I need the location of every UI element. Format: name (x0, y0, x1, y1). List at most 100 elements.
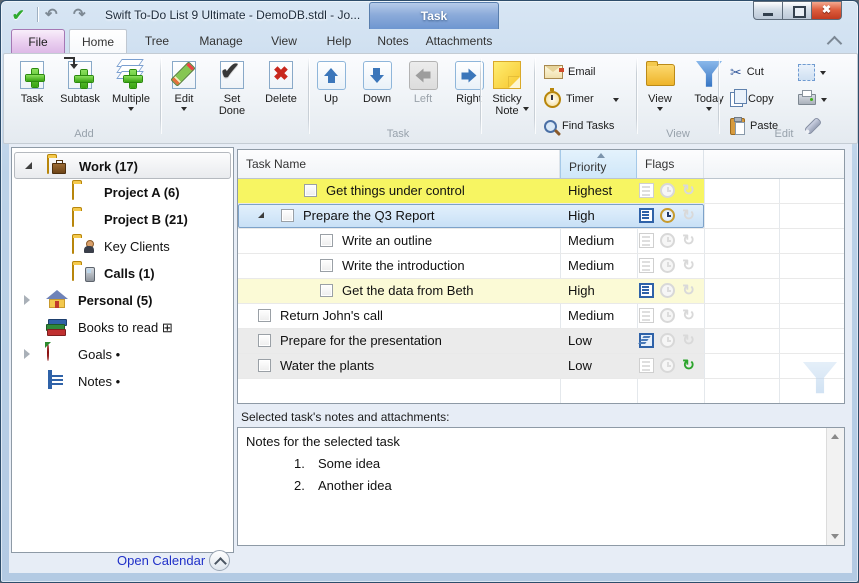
dropdown-icon (523, 107, 529, 111)
add-task-icon (12, 57, 52, 93)
calendar-expand-button[interactable] (209, 550, 230, 571)
note-list-item: Some idea (318, 456, 380, 471)
tab-notes[interactable]: Notes (367, 30, 419, 53)
note-icon (48, 370, 52, 389)
reminder-flag-icon (660, 358, 675, 373)
close-button[interactable]: ✖ (811, 1, 842, 20)
column-header-priority[interactable]: Priority (560, 150, 637, 178)
select-tool-button[interactable] (798, 59, 826, 85)
task-row[interactable]: Write the introduction Medium ↻ (238, 254, 844, 279)
task-row[interactable]: Return John's call Medium ↻ (238, 304, 844, 329)
task-checkbox[interactable] (304, 184, 317, 197)
todo-list-tree: Work (17) Project A (6) Project B (21) K… (11, 147, 234, 553)
recurrence-flag-icon: ↻ (681, 183, 696, 198)
scroll-up-icon[interactable] (831, 434, 839, 439)
arrow-left-icon (403, 57, 443, 93)
task-row[interactable]: Get the data from Beth High ↻ (238, 279, 844, 304)
print-button[interactable] (798, 86, 827, 112)
tab-manage[interactable]: Manage (189, 30, 253, 53)
dropdown-icon (657, 107, 663, 111)
file-menu-button[interactable]: File (11, 29, 65, 53)
task-checkbox[interactable] (258, 334, 271, 347)
close-icon: ✖ (812, 2, 841, 19)
expander-closed-icon[interactable] (24, 349, 30, 359)
tree-item-key-clients[interactable]: Key Clients (14, 233, 231, 260)
dropdown-icon (706, 107, 712, 111)
note-flag-icon (639, 308, 654, 323)
tab-view[interactable]: View (259, 30, 309, 53)
expander-open-icon[interactable] (25, 162, 32, 169)
scroll-down-icon[interactable] (831, 534, 839, 539)
column-header-flags[interactable]: Flags (637, 150, 704, 178)
task-checkbox[interactable] (281, 209, 294, 222)
note-flag-icon (639, 258, 654, 273)
add-task-button[interactable]: Task (10, 57, 54, 129)
reminder-flag-icon (660, 208, 675, 223)
printer-icon (798, 94, 816, 105)
cut-button[interactable]: ✂Cut (730, 59, 764, 85)
tree-item-work[interactable]: Work (17) (14, 152, 231, 179)
briefcase-folder-icon (47, 157, 49, 174)
app-icon[interactable]: ✔ (12, 6, 25, 24)
column-header-task-name[interactable]: Task Name (238, 150, 560, 178)
open-calendar-link[interactable]: Open Calendar (117, 553, 205, 568)
tab-tree[interactable]: Tree (131, 30, 183, 53)
divider (534, 58, 535, 134)
redo-icon[interactable]: ↷ (73, 5, 86, 23)
set-done-button[interactable]: ✔ Set Done (208, 57, 256, 129)
tree-item-goals[interactable]: Goals • (14, 341, 231, 368)
tree-item-project-b[interactable]: Project B (21) (14, 206, 231, 233)
tree-item-calls[interactable]: Calls (1) (14, 260, 231, 287)
move-left-button[interactable]: Left (402, 57, 444, 129)
task-checkbox[interactable] (320, 259, 333, 272)
expander-open-icon[interactable] (258, 212, 264, 218)
move-up-button[interactable]: Up (310, 57, 352, 129)
minimize-button[interactable] (753, 1, 783, 20)
task-row[interactable]: Write an outline Medium ↻ (238, 229, 844, 254)
sticky-note-button[interactable]: Sticky Note (482, 57, 532, 129)
task-row[interactable]: Get things under control Highest ↻ (238, 179, 844, 204)
delete-task-button[interactable]: ✖ Delete (258, 57, 304, 129)
notes-editor[interactable]: Notes for the selected task 1. Some idea… (237, 427, 845, 546)
tree-item-notes[interactable]: Notes • (14, 368, 231, 395)
task-checkbox[interactable] (258, 309, 271, 322)
divider (308, 58, 309, 134)
timer-button[interactable]: Timer (544, 86, 619, 112)
contextual-tab-group-task[interactable]: Task (369, 2, 499, 29)
task-row[interactable]: Water the plants Low ↻ (238, 354, 844, 379)
tree-item-personal[interactable]: Personal (5) (14, 287, 231, 314)
today-filter-button[interactable]: Today (684, 57, 734, 129)
add-subtask-button[interactable]: Subtask (56, 57, 104, 129)
copy-button[interactable]: Copy (730, 86, 774, 112)
edit-task-button[interactable]: Edit (162, 57, 206, 129)
email-button[interactable]: Email (544, 59, 596, 85)
expander-closed-icon[interactable] (24, 295, 30, 305)
view-button[interactable]: View (638, 57, 682, 129)
reminder-flag-icon (660, 308, 675, 323)
note-list-item: Another idea (318, 478, 392, 493)
task-checkbox[interactable] (258, 359, 271, 372)
task-row[interactable]: Prepare for the presentation Low ↻ (238, 329, 844, 354)
note-title: Notes for the selected task (246, 434, 400, 449)
add-multiple-button[interactable]: Multiple (106, 57, 156, 129)
tree-item-books-to-read[interactable]: Books to read ⊞ (14, 314, 231, 341)
sticky-note-icon (487, 57, 527, 93)
collapse-ribbon-icon[interactable] (827, 36, 843, 52)
note-list-number: 2. (294, 478, 305, 493)
folder-view-icon (640, 57, 680, 93)
tab-help[interactable]: Help (315, 30, 363, 53)
task-row-selected[interactable]: Prepare the Q3 Report High ↻ (238, 204, 844, 229)
undo-icon[interactable]: ↶ (45, 5, 58, 23)
tab-attachments[interactable]: Attachments (421, 30, 497, 53)
maximize-button[interactable] (782, 1, 812, 20)
tab-home[interactable]: Home (69, 29, 127, 53)
dropdown-icon (128, 107, 134, 111)
notes-scrollbar[interactable] (826, 428, 844, 545)
task-checkbox[interactable] (320, 284, 333, 297)
minimize-icon (763, 13, 773, 16)
recurrence-flag-icon: ↻ (681, 258, 696, 273)
task-grid: Task Name Priority Flags Get things unde… (237, 149, 845, 404)
tree-item-project-a[interactable]: Project A (6) (14, 179, 231, 206)
move-down-button[interactable]: Down (354, 57, 400, 129)
task-checkbox[interactable] (320, 234, 333, 247)
